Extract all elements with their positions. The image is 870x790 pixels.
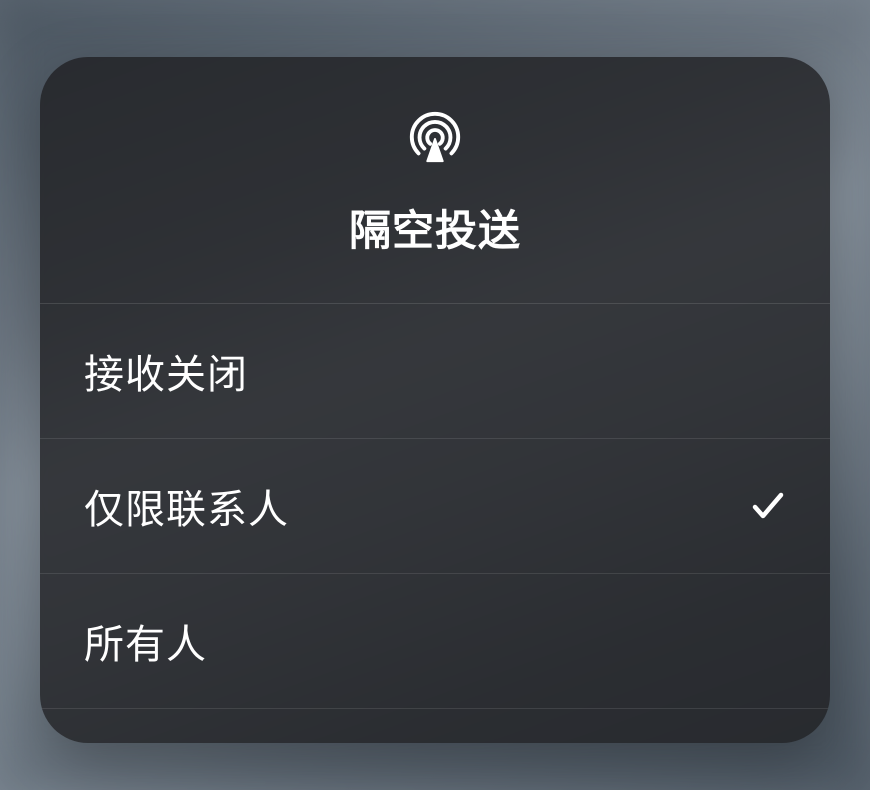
panel-header: 隔空投送 xyxy=(40,57,830,304)
checkmark-icon xyxy=(750,488,786,524)
bottom-padding xyxy=(40,709,830,743)
option-label: 接收关闭 xyxy=(84,342,248,400)
airdrop-icon xyxy=(405,107,465,167)
airdrop-panel: 隔空投送 接收关闭 仅限联系人 所有人 xyxy=(40,57,830,743)
option-label: 所有人 xyxy=(84,612,207,670)
panel-title: 隔空投送 xyxy=(349,197,521,258)
option-contacts-only[interactable]: 仅限联系人 xyxy=(40,439,830,574)
option-label: 仅限联系人 xyxy=(84,477,289,535)
option-everyone[interactable]: 所有人 xyxy=(40,574,830,709)
option-receiving-off[interactable]: 接收关闭 xyxy=(40,304,830,439)
